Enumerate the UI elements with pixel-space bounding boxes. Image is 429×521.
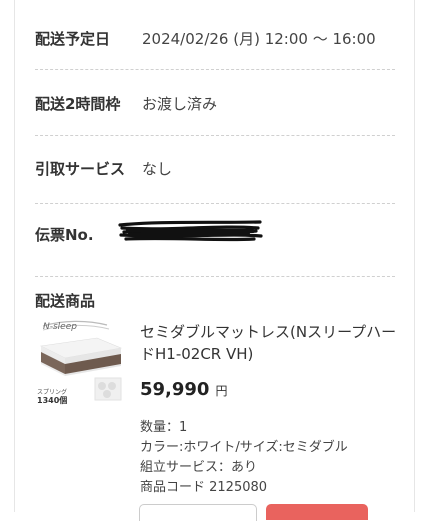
price-amount: 59,990 [140, 379, 210, 400]
tracking-number-label: 伝票No. [35, 226, 94, 244]
divider [35, 69, 395, 70]
product-name-link[interactable]: セミダブルマットレス(NスリープハードH1-02CR VH) [140, 321, 400, 365]
product-color-size: カラー:ホワイト/サイズ:セミダブル [140, 440, 348, 455]
redacted-tracking-number [118, 220, 263, 242]
divider [35, 203, 395, 204]
pickup-service-value: なし [142, 160, 173, 178]
delivery-slot-label: 配送2時間枠 [35, 95, 121, 113]
pickup-service-label: 引取サービス [35, 160, 126, 178]
delivery-slot-value: お渡し済み [142, 95, 218, 113]
product-price: 59,990 円 [140, 379, 227, 400]
product-image[interactable]: N-sleep スプリング 1340個 [35, 320, 123, 408]
card-border-left [14, 0, 15, 512]
card-border-right [414, 0, 415, 512]
spring-count: 1340個 [37, 396, 68, 405]
primary-action-button[interactable] [266, 504, 368, 520]
delivery-date-label: 配送予定日 [35, 30, 111, 48]
product-code: 商品コード 2125080 [140, 480, 268, 495]
product-quantity: 数量：1 [140, 420, 188, 435]
secondary-action-button[interactable] [139, 504, 257, 521]
divider [35, 276, 395, 277]
price-currency: 円 [215, 384, 228, 398]
delivered-products-title: 配送商品 [35, 292, 96, 310]
divider [35, 135, 395, 136]
delivery-date-value: 2024/02/26 (月) 12:00 ～ 16:00 [142, 30, 376, 48]
brand-logo-text: N-sleep [43, 322, 77, 332]
product-assembly-service: 組立サービス：あり [140, 460, 258, 475]
